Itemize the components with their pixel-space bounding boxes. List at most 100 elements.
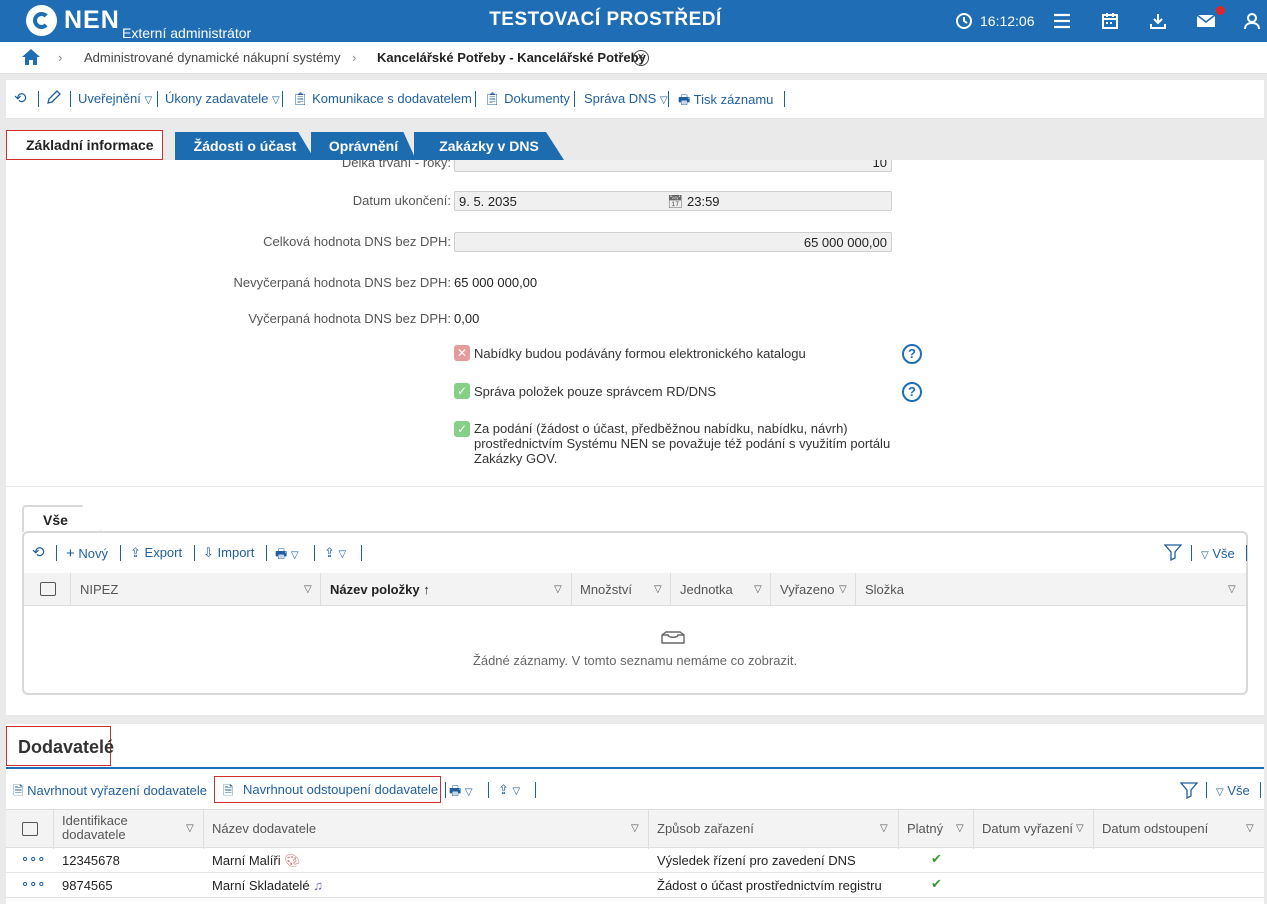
column-supplier-name[interactable]: Název dodavatele xyxy=(212,821,316,836)
tab-all[interactable]: Vše xyxy=(22,505,102,532)
column-nipez[interactable]: NIPEZ xyxy=(80,582,118,597)
column-supplier-id[interactable]: Identifikace dodavatele xyxy=(62,814,157,842)
menu-icon[interactable] xyxy=(1051,10,1073,32)
menu-print-record[interactable]: 🖶 Tisk záznamu xyxy=(678,91,773,113)
column-valid[interactable]: Platný xyxy=(907,821,943,836)
column-inclusion-method[interactable]: Způsob zařazení xyxy=(657,821,754,836)
column-menu-icon[interactable]: ▽ xyxy=(304,584,312,595)
tab-participation-requests[interactable]: Žádosti o účast xyxy=(175,132,315,160)
column-menu-icon[interactable]: ▽ xyxy=(754,584,762,595)
end-date-value[interactable]: 9. 5. 2035 xyxy=(459,194,517,209)
supplier-name[interactable]: Marní Malíři 🎨︎ xyxy=(212,853,301,869)
supplier-name[interactable]: Marní Skladatelé ♫ xyxy=(212,878,323,893)
menu-documents[interactable]: 📋︎ Dokumenty xyxy=(484,91,570,107)
check-icon: ✔ xyxy=(931,876,942,891)
export-button[interactable]: ⇪ Export xyxy=(130,545,182,561)
record-toolbar: ⟲ Uveřejnění ▽ Úkony zadavatele ▽ 📋︎ Kom… xyxy=(6,80,1264,119)
column-settings-icon[interactable] xyxy=(22,822,38,836)
column-menu-icon[interactable]: ▽ xyxy=(654,584,662,595)
empty-tray-icon xyxy=(660,631,686,648)
share-icon: ⇪ xyxy=(324,545,335,560)
print-menu-button[interactable]: 🖶 ▽ xyxy=(275,545,299,567)
share-menu-button[interactable]: ⇪ ▽ xyxy=(324,545,346,561)
end-time-value[interactable]: 23:59 xyxy=(687,194,720,209)
tab-basic-info[interactable]: Základní informace xyxy=(6,130,163,160)
user-icon[interactable] xyxy=(1241,10,1263,32)
electronic-catalog-label: Nabídky budou podávány formou elektronic… xyxy=(474,346,806,361)
column-menu-icon[interactable]: ▽ xyxy=(186,823,194,834)
column-item-name[interactable]: Název položky ↑ xyxy=(330,582,430,597)
breadcrumb-item-dns-list[interactable]: Administrované dynamické nákupní systémy xyxy=(84,50,341,65)
printer-icon: 🖶 xyxy=(449,783,462,798)
propose-withdrawal-button[interactable]: 🗎︎ Navrhnout odstoupení dodavatele xyxy=(214,776,441,803)
mail-icon[interactable] xyxy=(1195,10,1217,32)
suppliers-table-header: Identifikace dodavatele ▽ Název dodavate… xyxy=(6,809,1264,849)
column-menu-icon[interactable]: ▽ xyxy=(631,823,639,834)
checkbox-gov-portal[interactable]: ✓ xyxy=(454,421,470,437)
calendar-icon[interactable] xyxy=(1099,10,1121,32)
music-note-icon: ♫ xyxy=(313,878,323,893)
column-folder[interactable]: Složka xyxy=(865,582,904,597)
print-menu-button[interactable]: 🖶 ▽ xyxy=(449,782,473,804)
filter-icon[interactable] xyxy=(1179,781,1199,802)
column-unit[interactable]: Jednotka xyxy=(680,582,733,597)
column-menu-icon[interactable]: ▽ xyxy=(1076,823,1084,834)
table-row[interactable]: ∘∘∘ 9874565 Marní Skladatelé ♫ Žádost o … xyxy=(6,873,1264,898)
breadcrumb: › Administrované dynamické nákupní systé… xyxy=(0,42,1267,74)
home-icon[interactable] xyxy=(21,48,41,69)
duration-field[interactable]: 10 xyxy=(454,160,892,172)
supplier-id: 12345678 xyxy=(62,853,120,868)
menu-contracting-actions[interactable]: Úkony zadavatele ▽ xyxy=(165,91,280,106)
filter-icon[interactable] xyxy=(1163,543,1183,564)
notification-badge xyxy=(1216,6,1225,15)
items-table-header: NIPEZ ▽ Název položky ↑ ▽ Množství ▽ Jed… xyxy=(24,573,1246,606)
calendar-icon[interactable]: 📅︎ xyxy=(667,194,684,210)
column-withdrawal-date[interactable]: Datum odstoupení xyxy=(1102,821,1208,836)
menu-dns-management[interactable]: Správa DNS ▽ xyxy=(584,91,668,106)
column-settings-icon[interactable] xyxy=(40,582,56,596)
tab-dns-contracts[interactable]: Zakázky v DNS xyxy=(414,132,564,160)
edit-icon[interactable] xyxy=(46,89,62,108)
filter-all-select[interactable]: ▽ Vše xyxy=(1201,546,1235,561)
document-action-icon: 🗎︎ xyxy=(13,783,24,798)
column-quantity[interactable]: Množství xyxy=(580,582,632,597)
import-button[interactable]: ⇩ Import xyxy=(203,545,254,561)
unused-value-label: Nevyčerpaná hodnota DNS bez DPH: xyxy=(233,275,451,290)
share-icon: ⇪ xyxy=(498,782,509,797)
menu-supplier-communication[interactable]: 📋︎ Komunikace s dodavatelem xyxy=(292,91,472,107)
column-menu-icon[interactable]: ▽ xyxy=(956,823,964,834)
column-exclusion-date[interactable]: Datum vyřazení xyxy=(982,821,1073,836)
new-item-button[interactable]: + Nový xyxy=(66,545,108,562)
empty-message: Žádné záznamy. V tomto seznamu nemáme co… xyxy=(472,653,798,668)
filter-all-select[interactable]: ▽ Vše xyxy=(1216,783,1250,798)
column-menu-icon[interactable]: ▽ xyxy=(1246,823,1254,834)
column-menu-icon[interactable]: ▽ xyxy=(880,823,888,834)
table-row[interactable]: ∘∘∘ 12345678 Marní Malíři 🎨︎ Výsledek ří… xyxy=(6,848,1264,873)
help-icon[interactable]: ? xyxy=(902,382,922,402)
column-menu-icon[interactable]: ▽ xyxy=(554,584,562,595)
refresh-icon[interactable]: ⟲ xyxy=(14,89,27,107)
total-value-field[interactable]: 65 000 000,00 xyxy=(454,232,892,252)
propose-withdrawal-label: Navrhnout odstoupení dodavatele xyxy=(243,782,439,797)
clock-time: 16:12:06 xyxy=(980,13,1035,29)
column-menu-icon[interactable]: ▽ xyxy=(839,584,847,595)
help-icon[interactable]: ? xyxy=(902,344,922,364)
checkbox-admin-only-items[interactable]: ✓ xyxy=(454,383,470,399)
column-excluded[interactable]: Vyřazeno xyxy=(780,582,834,597)
row-actions-icon[interactable]: ∘∘∘ xyxy=(21,876,45,892)
checkbox-electronic-catalog[interactable]: ✕ xyxy=(454,345,470,361)
end-date-field[interactable]: 9. 5. 2035 📅︎ 23:59 xyxy=(454,191,892,211)
download-icon[interactable] xyxy=(1147,10,1169,32)
column-menu-icon[interactable]: ▽ xyxy=(1228,584,1236,595)
propose-exclusion-button[interactable]: 🗎︎ Navrhnout vyřazení dodavatele xyxy=(13,782,207,804)
import-icon: ⇩ xyxy=(203,545,214,560)
export-icon: ⇪ xyxy=(130,545,141,560)
row-actions-icon[interactable]: ∘∘∘ xyxy=(21,851,45,867)
tab-authorizations[interactable]: Oprávnění xyxy=(311,132,416,160)
share-menu-button[interactable]: ⇪ ▽ xyxy=(498,782,520,798)
sort-ascending-icon[interactable]: ↑ xyxy=(423,582,430,597)
used-value: 0,00 xyxy=(454,311,480,326)
close-tab-icon[interactable]: ✕ xyxy=(633,50,649,66)
menu-publication[interactable]: Uveřejnění ▽ xyxy=(78,91,152,106)
refresh-icon[interactable]: ⟲ xyxy=(32,543,45,561)
